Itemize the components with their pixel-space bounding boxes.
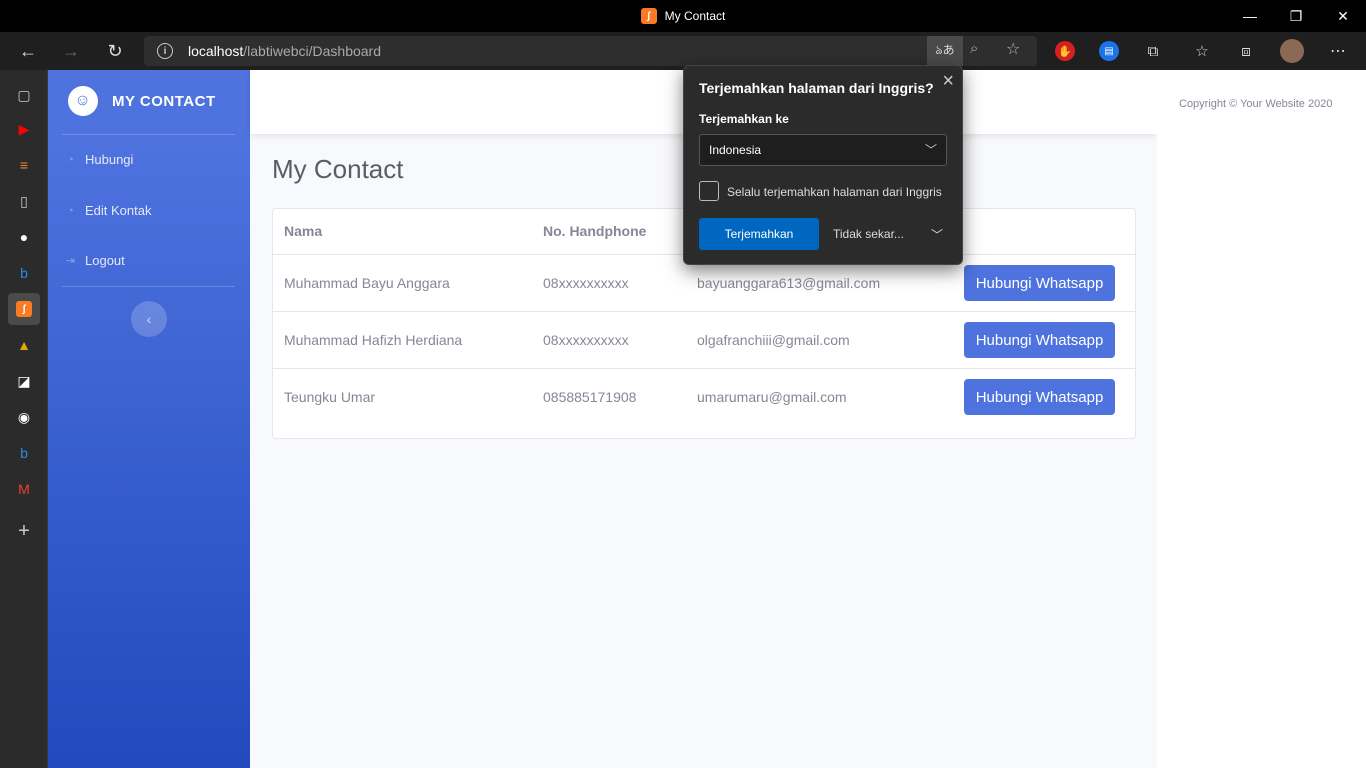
profile-avatar[interactable] [1280, 39, 1304, 63]
window-titlebar: ʃ My Contact — ❐ ✕ [0, 0, 1366, 32]
contact-name: Muhammad Hafizh Herdiana [284, 332, 463, 348]
brand[interactable]: ☺ MY CONTACT [64, 82, 216, 120]
copyright-text: Copyright © Your Website 2020 [1179, 98, 1333, 110]
translate-icon[interactable]: ঌあ [927, 36, 963, 66]
more-menu-icon[interactable]: ⋯ [1328, 41, 1348, 61]
sidebar-item-label: Hubungi [85, 152, 134, 167]
chevron-down-icon: ﹀ [924, 143, 937, 157]
table-row: Teungku Umar 085885171908 umarumaru@gmai… [273, 368, 1135, 425]
whatsapp-button[interactable]: Hubungi Whatsapp [964, 265, 1115, 301]
edit-icon[interactable]: ◪ [12, 369, 36, 393]
chevron-down-icon[interactable]: ﹀ [931, 226, 943, 243]
app-icon[interactable]: ▲ [12, 333, 36, 357]
extension-stop-icon[interactable]: ✋ [1055, 41, 1075, 61]
window-title: My Contact [664, 9, 726, 23]
laugh-wink-icon: ☺ [64, 82, 102, 120]
dashboard-icon: ◔ [67, 204, 74, 217]
language-select[interactable]: Indonesia ﹀ [699, 134, 947, 166]
contact-email: umarumaru@gmail.com [697, 389, 847, 405]
translate-popup: Terjemahkan halaman dari Inggris? × Terj… [683, 65, 963, 265]
bing-icon[interactable]: b [12, 441, 36, 465]
contact-name: Teungku Umar [284, 389, 376, 405]
page-title: My Contact [272, 154, 404, 184]
url-text[interactable]: localhost/labtiwebci/Dashboard [188, 43, 381, 59]
xampp-icon: ʃ [640, 8, 657, 24]
stackoverflow-icon[interactable]: ≡ [12, 153, 36, 177]
divider [62, 286, 235, 287]
gmail-icon[interactable]: M [12, 477, 36, 501]
xampp-tab-icon[interactable]: ʃ [8, 293, 40, 325]
extensions-icon[interactable]: ⧉ [1143, 41, 1163, 61]
document-icon[interactable]: ▯ [12, 189, 36, 213]
github-icon[interactable]: ● [12, 225, 36, 249]
reload-button[interactable]: ↻ [101, 37, 129, 65]
back-button[interactable]: ← [14, 37, 42, 65]
youtube-icon[interactable]: ▶ [12, 117, 36, 141]
browser-toolbar: ← → ↻ i localhost/labtiwebci/Dashboard ঌ… [0, 32, 1366, 70]
bing-icon[interactable]: b [12, 261, 36, 285]
table-row: Muhammad Hafizh Herdiana 08xxxxxxxxxx ol… [273, 311, 1135, 368]
sign-out-icon: ⇥ [65, 255, 76, 267]
always-translate-label[interactable]: Selalu terjemahkan halaman dari Inggris [727, 185, 942, 199]
collections-icon[interactable]: ⧈ [1236, 41, 1256, 61]
always-translate-checkbox[interactable] [699, 181, 719, 201]
app-sidebar: ☺ MY CONTACT ◔ Hubungi ◔ Edit Kontak ⇥ L… [48, 70, 250, 768]
not-now-label: Tidak sekar... [833, 227, 904, 241]
extension-doc-icon[interactable]: ▤ [1099, 41, 1119, 61]
footer-area: Copyright © Your Website 2020 [1157, 70, 1366, 768]
browser-sidebar: ▢ ▶ ≡ ▯ ● b ʃ ▲ ◪ ◉ b M + [0, 70, 48, 768]
brand-title: MY CONTACT [112, 92, 216, 110]
contact-phone: 08xxxxxxxxxx [543, 275, 629, 291]
translate-to-label: Terjemahkan ke [699, 112, 789, 126]
url-path: /labtiwebci/Dashboard [243, 43, 382, 59]
sidebar-toggle-button[interactable]: ‹ [131, 301, 167, 337]
site-info-icon[interactable]: i [157, 43, 173, 59]
minimize-button[interactable]: — [1227, 0, 1273, 32]
address-bar[interactable]: i localhost/labtiwebci/Dashboard ঌあ ⌕ ☆ [144, 36, 1037, 66]
not-now-button[interactable]: Tidak sekar... ﹀ [833, 218, 945, 250]
popup-title: Terjemahkan halaman dari Inggris? [699, 80, 934, 96]
tab-actions-icon[interactable]: ▢ [12, 83, 36, 107]
window-title-area: ʃ My Contact [0, 0, 1366, 32]
sidebar-item-logout[interactable]: ⇥ Logout [64, 253, 125, 268]
contact-email: bayuanggara613@gmail.com [697, 275, 881, 291]
sidebar-item-hubungi[interactable]: ◔ Hubungi [64, 152, 133, 167]
selected-language: Indonesia [709, 143, 762, 157]
column-header-nama: Nama [284, 223, 323, 239]
add-favorite-icon[interactable]: ☆ [1006, 39, 1020, 59]
translate-button[interactable]: Terjemahkan [699, 218, 819, 250]
sidebar-item-edit-kontak[interactable]: ◔ Edit Kontak [64, 203, 152, 218]
contact-name: Muhammad Bayu Anggara [284, 275, 450, 291]
xampp-icon: ʃ [16, 301, 32, 317]
forward-button[interactable]: → [57, 37, 85, 65]
add-icon[interactable]: + [12, 519, 36, 543]
close-window-button[interactable]: ✕ [1320, 0, 1366, 32]
sidebar-item-label: Logout [85, 253, 125, 268]
whatsapp-button[interactable]: Hubungi Whatsapp [964, 322, 1115, 358]
divider [62, 134, 235, 135]
contact-phone: 08xxxxxxxxxx [543, 332, 629, 348]
whatsapp-button[interactable]: Hubungi Whatsapp [964, 379, 1115, 415]
favorites-icon[interactable]: ☆ [1192, 41, 1212, 61]
url-host: localhost [188, 43, 244, 59]
dashboard-icon: ◔ [67, 153, 74, 166]
contact-email: olgafranchiii@gmail.com [697, 332, 850, 348]
zoom-out-icon[interactable]: ⌕ [970, 40, 978, 57]
maximize-button[interactable]: ❐ [1273, 0, 1319, 32]
circle-app-icon[interactable]: ◉ [12, 405, 36, 429]
close-icon[interactable]: × [942, 70, 954, 93]
contact-phone: 085885171908 [543, 389, 637, 405]
sidebar-item-label: Edit Kontak [85, 203, 152, 218]
column-header-phone: No. Handphone [543, 223, 647, 239]
